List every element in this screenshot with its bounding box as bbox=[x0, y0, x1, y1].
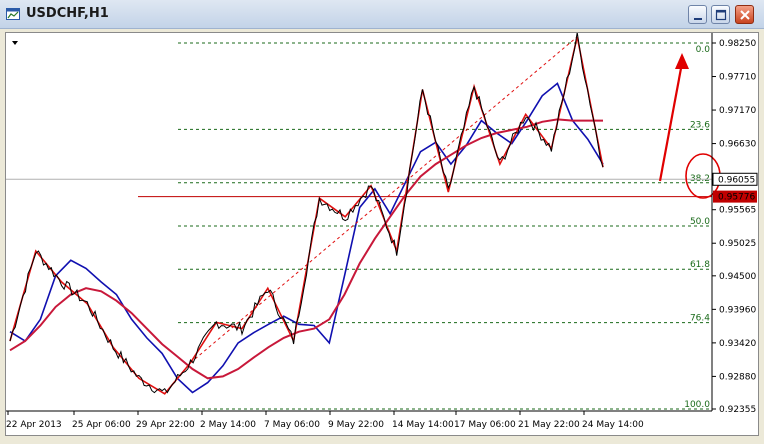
window-title: USDCHF,H1 bbox=[26, 6, 109, 21]
price-axis-label: 0.95025 bbox=[719, 239, 756, 249]
axes: 0.98250 0.97710 0.97170 0.96630 0.95565 0.950… bbox=[6, 33, 758, 430]
current-price-label: 0.96055 bbox=[718, 175, 755, 185]
price-axis-label: 0.92880 bbox=[719, 372, 756, 382]
price-polyline bbox=[9, 33, 604, 394]
time-axis-label: 7 May 06:00 bbox=[264, 420, 320, 430]
maximize-icon bbox=[715, 9, 727, 21]
red-price-label: 0.95776 bbox=[718, 193, 755, 203]
time-axis-label: 2 May 14:00 bbox=[200, 420, 256, 430]
time-axis-label: 25 Apr 06:00 bbox=[72, 420, 131, 430]
fib-level-label: 0.0 bbox=[696, 45, 711, 55]
chart-window: USDCHF,H1 0.0 23.6 38.2 50.0 61.8 76.4 100.0 0… bbox=[0, 0, 764, 444]
time-axis-label: 22 Apr 2013 bbox=[6, 420, 62, 430]
price-axis-label: 0.93960 bbox=[719, 305, 756, 315]
price-line bbox=[9, 33, 604, 394]
fib-level-label: 100.0 bbox=[684, 400, 710, 410]
minimize-button[interactable] bbox=[688, 5, 707, 24]
time-axis-label: 21 May 22:00 bbox=[518, 420, 580, 430]
price-axis-label: 0.94500 bbox=[719, 272, 756, 282]
price-chart[interactable]: 0.0 23.6 38.2 50.0 61.8 76.4 100.0 0.98250 0.97… bbox=[5, 32, 759, 436]
chart-grid bbox=[6, 178, 712, 198]
price-axis-label: 0.95565 bbox=[719, 206, 756, 216]
fib-level-label: 61.8 bbox=[690, 260, 710, 270]
fib-level-label: 76.4 bbox=[690, 314, 710, 324]
maximize-button[interactable] bbox=[711, 5, 730, 24]
close-button[interactable] bbox=[735, 5, 754, 24]
fib-level-label: 50.0 bbox=[690, 217, 710, 227]
chart-window-icon bbox=[6, 8, 20, 20]
title-bar[interactable]: USDCHF,H1 bbox=[0, 0, 764, 29]
price-axis-label: 0.96630 bbox=[719, 140, 756, 150]
price-axis-label: 0.93420 bbox=[719, 339, 756, 349]
zigzag-line bbox=[9, 36, 604, 395]
red-arrow-head bbox=[675, 53, 689, 69]
fib-level-label: 23.6 bbox=[690, 120, 710, 130]
price-axis-label: 0.98250 bbox=[719, 39, 756, 49]
minimize-icon bbox=[694, 18, 702, 20]
moving-average-line-2 bbox=[9, 118, 603, 380]
time-axis-label: 9 May 22:00 bbox=[328, 420, 384, 430]
time-axis-label: 14 May 14:00 bbox=[392, 420, 454, 430]
trend-dashed-line bbox=[190, 36, 578, 364]
time-axis-label: 24 May 14:00 bbox=[582, 420, 644, 430]
chart-canvas: 0.023.638.250.061.876.4100.0 0.982500.97… bbox=[6, 33, 758, 430]
time-axis-label: 17 May 06:00 bbox=[454, 420, 516, 430]
time-axis-label: 29 Apr 22:00 bbox=[136, 420, 195, 430]
red-arrow-shaft bbox=[658, 62, 684, 182]
chart-menu-icon[interactable] bbox=[12, 41, 18, 45]
close-icon bbox=[740, 10, 750, 20]
price-axis-label: 0.97710 bbox=[719, 73, 756, 83]
price-axis-label: 0.92355 bbox=[719, 405, 756, 415]
price-axis-label: 0.97170 bbox=[719, 106, 756, 116]
